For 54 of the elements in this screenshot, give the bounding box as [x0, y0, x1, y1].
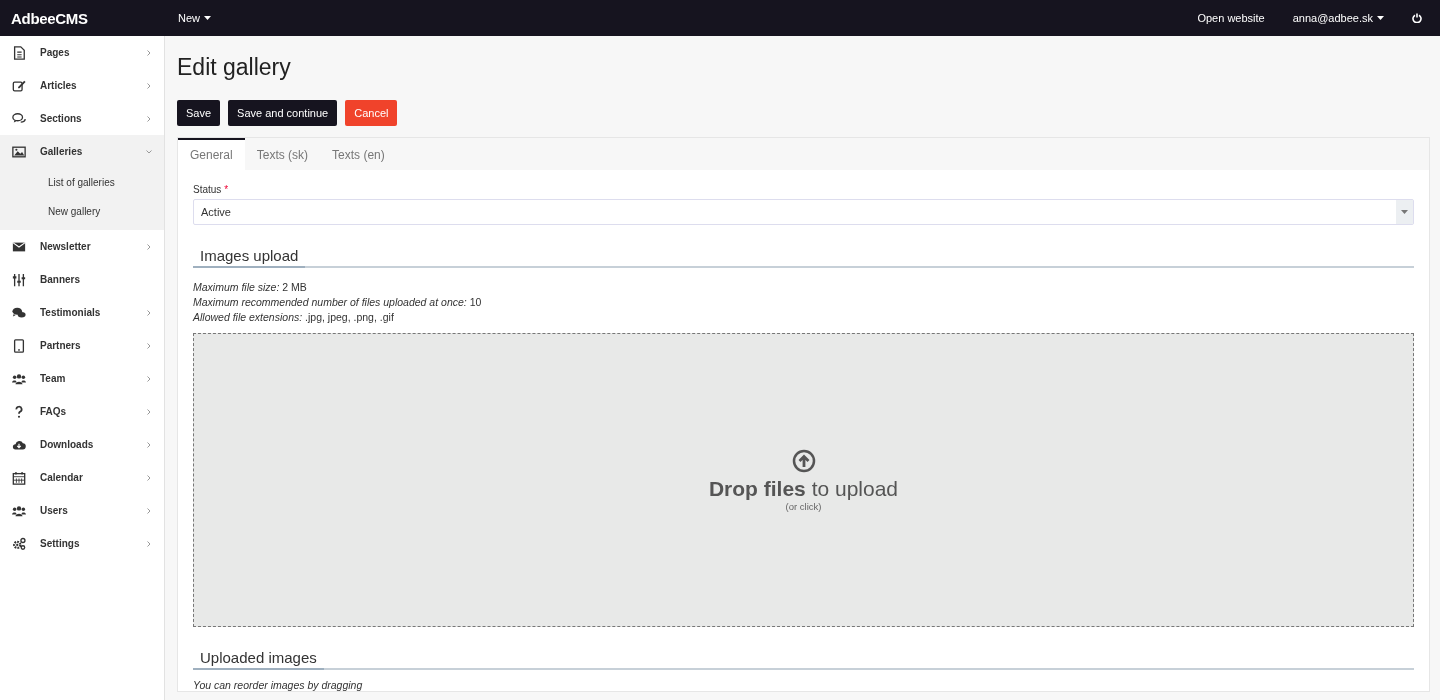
document-icon: [12, 45, 26, 60]
page-title: Edit gallery: [177, 54, 292, 81]
dropdown-arrow-icon: [1401, 210, 1408, 214]
dropzone[interactable]: Drop files to upload (or click): [193, 333, 1414, 627]
sidebar-item[interactable]: Partners: [0, 329, 164, 362]
logo[interactable]: AdbeeCMS: [0, 9, 178, 27]
picture-icon: [12, 144, 26, 159]
power-icon[interactable]: [1412, 13, 1422, 23]
submenu-item[interactable]: New gallery: [0, 197, 164, 226]
sidebar-item[interactable]: Newsletter: [0, 230, 164, 263]
speech-bubbles-icon: [12, 111, 26, 126]
upload-info: Maximum file size: 2 MB: [193, 280, 308, 295]
sidebar-item[interactable]: FAQs: [0, 395, 164, 428]
section-heading: Uploaded images: [193, 649, 324, 670]
sidebar-item[interactable]: Downloads: [0, 428, 164, 461]
dropzone-hint: (or click): [785, 500, 822, 512]
calendar-icon: [12, 470, 26, 485]
save-button[interactable]: Save and continue: [228, 100, 338, 126]
upload-icon: [791, 448, 816, 473]
group-icon: [12, 503, 26, 518]
open-website-link[interactable]: Open website: [1197, 12, 1265, 24]
sidebar-item[interactable]: Pages: [0, 36, 164, 69]
user-menu[interactable]: anna@adbee.sk: [1292, 12, 1384, 24]
tablet-icon: [12, 338, 26, 353]
cancel-button[interactable]: Cancel: [345, 100, 398, 126]
chat-icon: [12, 305, 26, 320]
envelope-icon: [12, 239, 26, 254]
reorder-note: You can reorder images by dragging: [193, 679, 364, 691]
sidebar-item[interactable]: Testimonials: [0, 296, 164, 329]
sidebar-item[interactable]: Sections: [0, 102, 164, 135]
tab[interactable]: General: [178, 138, 245, 170]
group-icon: [12, 371, 26, 386]
sliders-icon: [12, 272, 26, 287]
tab[interactable]: Texts (en): [320, 138, 397, 170]
sidebar-item[interactable]: Settings: [0, 527, 164, 560]
gears-icon: [12, 536, 26, 551]
status-select[interactable]: Active: [193, 199, 1414, 225]
save-button[interactable]: Save: [177, 100, 221, 126]
upload-info: Maximum recommended number of files uploaded at once: 10: [193, 295, 483, 310]
tab[interactable]: Texts (sk): [244, 138, 321, 170]
sidebar-item[interactable]: Galleries: [0, 135, 164, 168]
section-heading: Images upload: [193, 247, 306, 268]
dropzone-title: Drop files to upload: [708, 476, 899, 501]
sidebar-item[interactable]: Calendar: [0, 461, 164, 494]
sidebar-item[interactable]: Team: [0, 362, 164, 395]
upload-info: Allowed file extensions: .jpg, jpeg, .png, .gif: [193, 310, 395, 325]
sidebar-item[interactable]: Banners: [0, 263, 164, 296]
required-marker: *: [224, 184, 229, 195]
field-label: Status: [193, 184, 222, 195]
new-menu[interactable]: New: [178, 12, 211, 24]
edit-icon: [12, 78, 26, 93]
sidebar-item[interactable]: Users: [0, 494, 164, 527]
submenu-item[interactable]: List of galleries: [0, 168, 164, 197]
sidebar-item[interactable]: Articles: [0, 69, 164, 102]
